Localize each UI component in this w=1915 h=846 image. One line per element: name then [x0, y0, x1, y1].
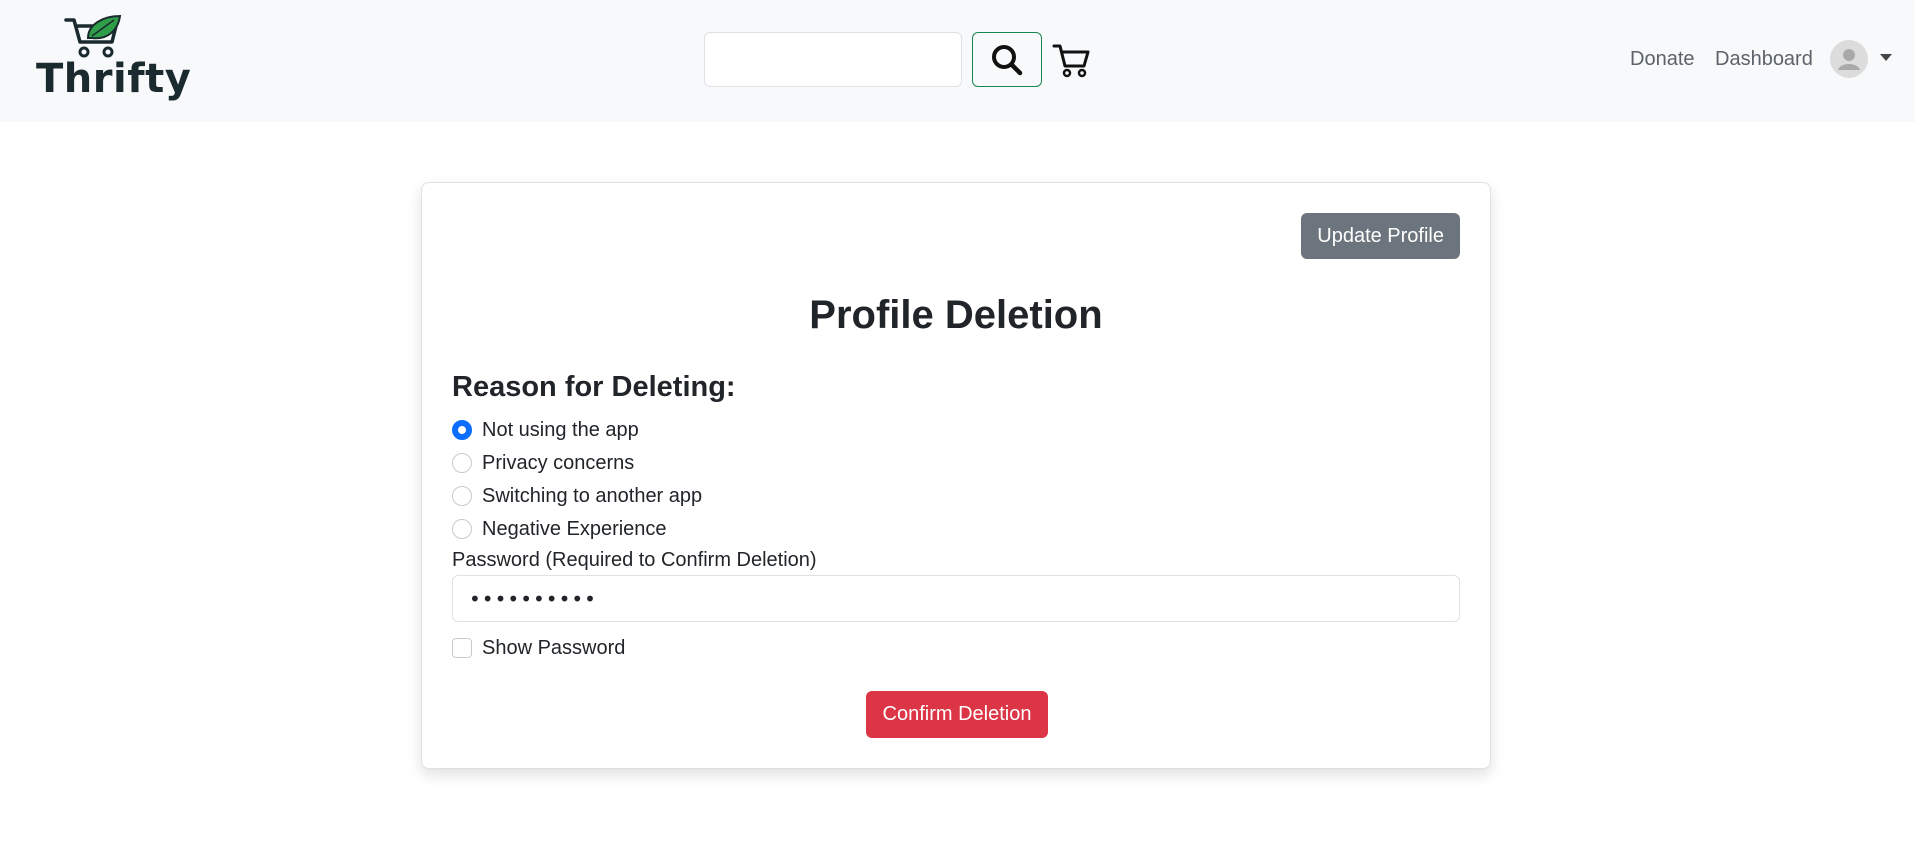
reason-label: Not using the app — [482, 418, 639, 441]
confirm-deletion-button[interactable]: Confirm Deletion — [866, 691, 1048, 738]
page-title: Profile Deletion — [809, 293, 1103, 337]
show-password-toggle[interactable]: Show Password — [452, 635, 625, 661]
radio-button[interactable] — [452, 420, 472, 440]
caret-down-icon — [1880, 54, 1892, 61]
password-label: Password (Required to Confirm Deletion) — [452, 549, 817, 571]
profile-deletion-card: Update Profile Profile Deletion Reason f… — [421, 182, 1491, 769]
update-profile-button[interactable]: Update Profile — [1301, 213, 1460, 259]
show-password-checkbox[interactable] — [452, 638, 472, 658]
user-menu-toggle[interactable] — [1830, 40, 1894, 80]
cart-icon — [1052, 44, 1090, 78]
password-field[interactable] — [452, 575, 1460, 622]
user-avatar-icon — [1830, 40, 1868, 78]
reason-option-privacy[interactable]: Privacy concerns — [452, 450, 634, 476]
radio-button[interactable] — [452, 486, 472, 506]
reason-label: Privacy concerns — [482, 451, 635, 474]
reason-label: Negative Experience — [482, 517, 667, 540]
reason-option-negative[interactable]: Negative Experience — [452, 516, 667, 542]
cart-button[interactable] — [1050, 38, 1094, 82]
brand-logo[interactable]: Thrifty — [36, 14, 191, 104]
brand-name: Thrifty — [36, 56, 192, 102]
search-button[interactable] — [972, 32, 1042, 87]
nav-link-donate[interactable]: Donate — [1630, 48, 1695, 71]
radio-button[interactable] — [452, 519, 472, 539]
reason-option-not-using[interactable]: Not using the app — [452, 417, 639, 443]
cart-leaf-icon — [64, 14, 122, 58]
show-password-label: Show Password — [482, 636, 626, 659]
reason-option-switching[interactable]: Switching to another app — [452, 483, 702, 509]
radio-button[interactable] — [452, 453, 472, 473]
reason-label: Switching to another app — [482, 484, 703, 507]
search-icon — [992, 44, 1023, 75]
nav-link-dashboard[interactable]: Dashboard — [1715, 48, 1813, 71]
search-input[interactable] — [704, 32, 962, 87]
reason-heading: Reason for Deleting: — [452, 371, 736, 403]
navbar: Thrifty Donate Dashboard — [0, 0, 1915, 122]
